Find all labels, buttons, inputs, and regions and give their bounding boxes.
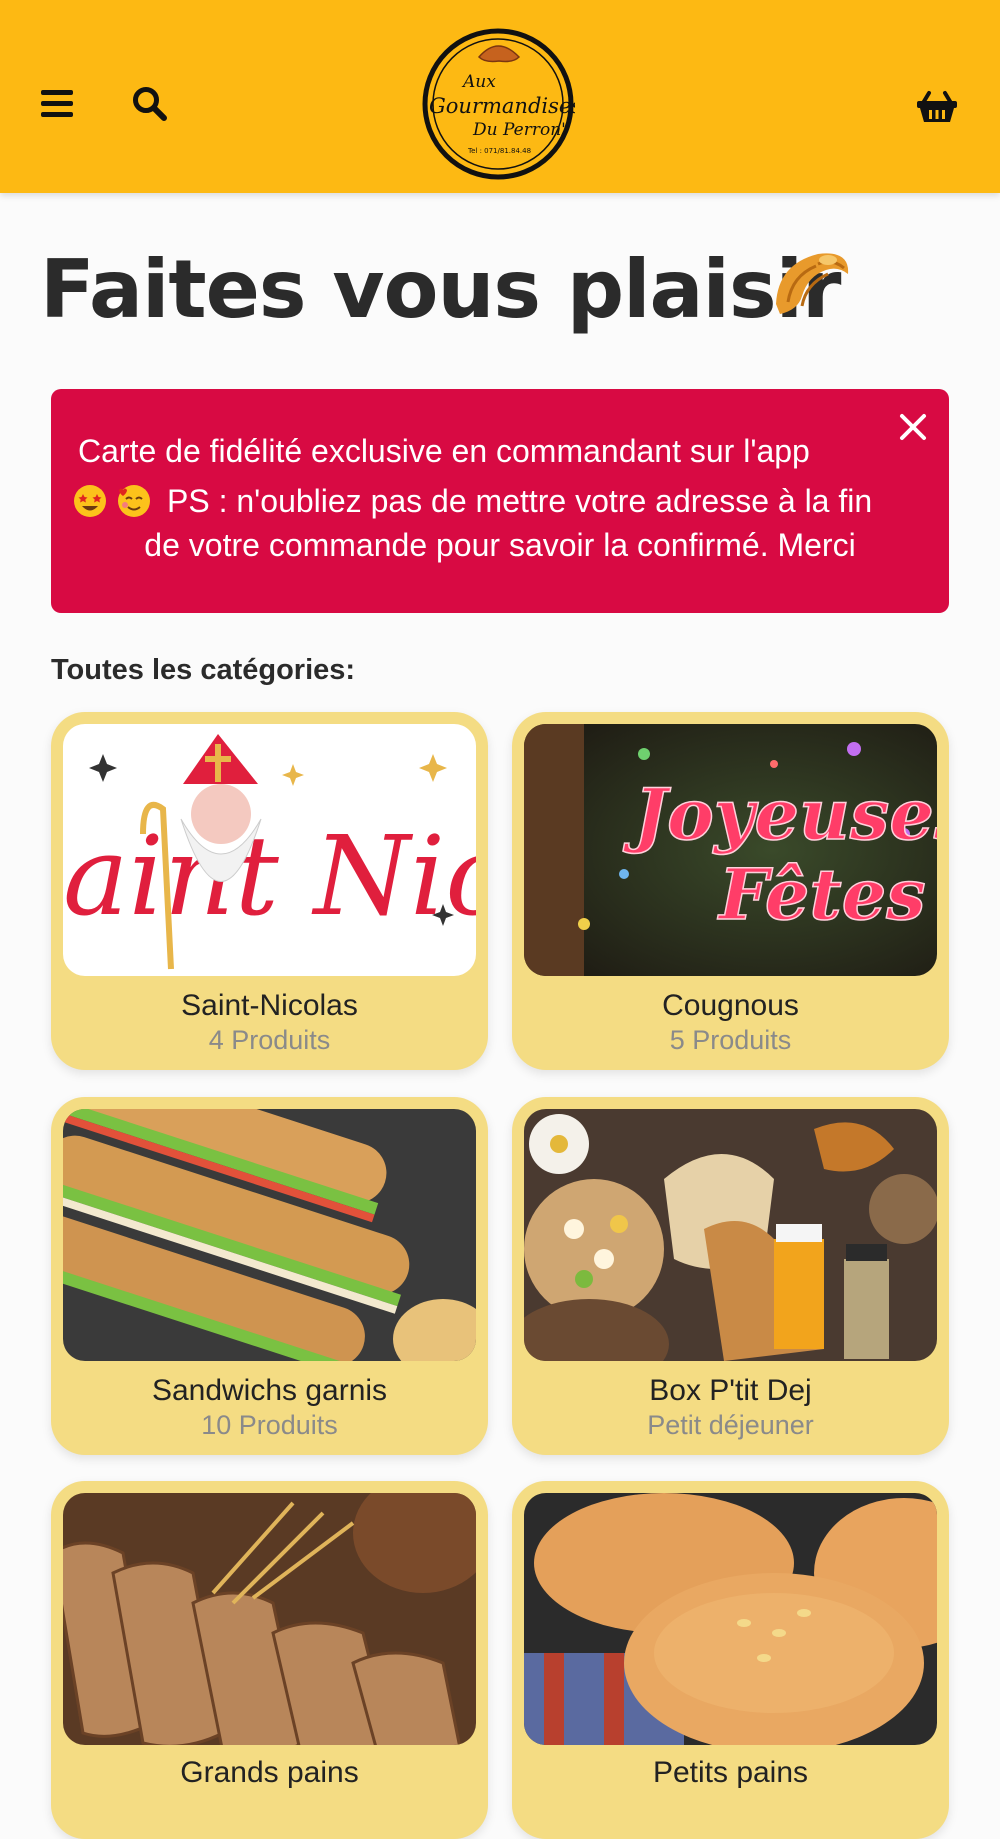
category-image-box-ptit-dej	[524, 1109, 937, 1361]
category-card-box-ptit-dej[interactable]: Box P'tit Dej Petit déjeuner	[512, 1097, 949, 1455]
category-description: Petit déjeuner	[647, 1410, 814, 1440]
category-card-petits-pains[interactable]: Petits pains	[512, 1481, 949, 1839]
brand-logo[interactable]: Aux Gourmandises Du Perron' Tel : 071/81…	[421, 27, 582, 181]
category-name: Cougnous	[662, 989, 799, 1022]
search-button[interactable]	[115, 69, 185, 139]
smiling-face-with-hearts-icon	[118, 485, 150, 517]
category-count: 5 Produits	[669, 1025, 792, 1055]
category-name: Box P'tit Dej	[649, 1374, 812, 1407]
svg-text:Du Perron': Du Perron'	[472, 120, 566, 140]
svg-text:Tel : 071/81.84.48: Tel : 071/81.84.48	[467, 147, 531, 155]
category-count: 10 Produits	[201, 1410, 338, 1440]
category-card-sandwichs-garnis[interactable]: Sandwichs garnis 10 Produits	[51, 1097, 488, 1455]
close-icon	[900, 414, 926, 440]
category-image-saint-nicolas: aint Nico	[63, 724, 476, 976]
alert-text-line-3: de votre commande pour savoir la confirm…	[144, 527, 856, 563]
category-image-petits-pains	[524, 1493, 937, 1745]
category-image-grands-pains	[63, 1493, 476, 1745]
basket-icon	[917, 91, 957, 122]
cart-button[interactable]	[902, 71, 972, 141]
top-bar: Aux Gourmandises Du Perron' Tel : 071/81…	[0, 0, 1000, 193]
categories-heading: Toutes les catégories:	[51, 654, 356, 686]
category-card-grands-pains[interactable]: Grands pains	[51, 1481, 488, 1839]
svg-text:Joyeuses: Joyeuses	[623, 773, 937, 856]
svg-text:Aux: Aux	[461, 72, 496, 92]
loyalty-alert-banner: Carte de fidélité exclusive en commandan…	[51, 389, 949, 613]
category-name: Petits pains	[652, 1756, 809, 1789]
star-struck-face-icon	[74, 485, 106, 517]
svg-text:Fêtes: Fêtes	[717, 853, 926, 936]
hamburger-menu-icon	[41, 90, 73, 117]
menu-button[interactable]	[22, 69, 92, 139]
alert-text-line-1: Carte de fidélité exclusive en commandan…	[78, 433, 810, 469]
page-title: Faites vous plaisir	[40, 243, 841, 336]
svg-text:aint Nico: aint Nico	[63, 812, 476, 940]
category-card-cougnous[interactable]: Joyeuses Fêtes Cougnous 5 Produits	[512, 712, 949, 1070]
category-card-saint-nicolas[interactable]: aint Nico Saint-Nicolas 4 Produits	[51, 712, 488, 1070]
alert-close-button[interactable]	[893, 407, 933, 447]
category-image-sandwichs-garnis	[63, 1109, 476, 1361]
svg-text:Gourmandises: Gourmandises	[429, 94, 575, 118]
category-name: Sandwichs garnis	[151, 1374, 388, 1407]
category-image-cougnous: Joyeuses Fêtes	[524, 724, 937, 976]
category-name: Grands pains	[180, 1756, 359, 1789]
alert-text-line-2-row: PS : n'oubliez pas de mettre votre adres…	[73, 479, 872, 523]
alert-text-line-2: PS : n'oubliez pas de mettre votre adres…	[167, 483, 873, 519]
category-count: 4 Produits	[208, 1025, 331, 1055]
croissant-icon	[776, 253, 849, 314]
category-name: Saint-Nicolas	[181, 989, 358, 1022]
search-icon	[133, 87, 167, 121]
